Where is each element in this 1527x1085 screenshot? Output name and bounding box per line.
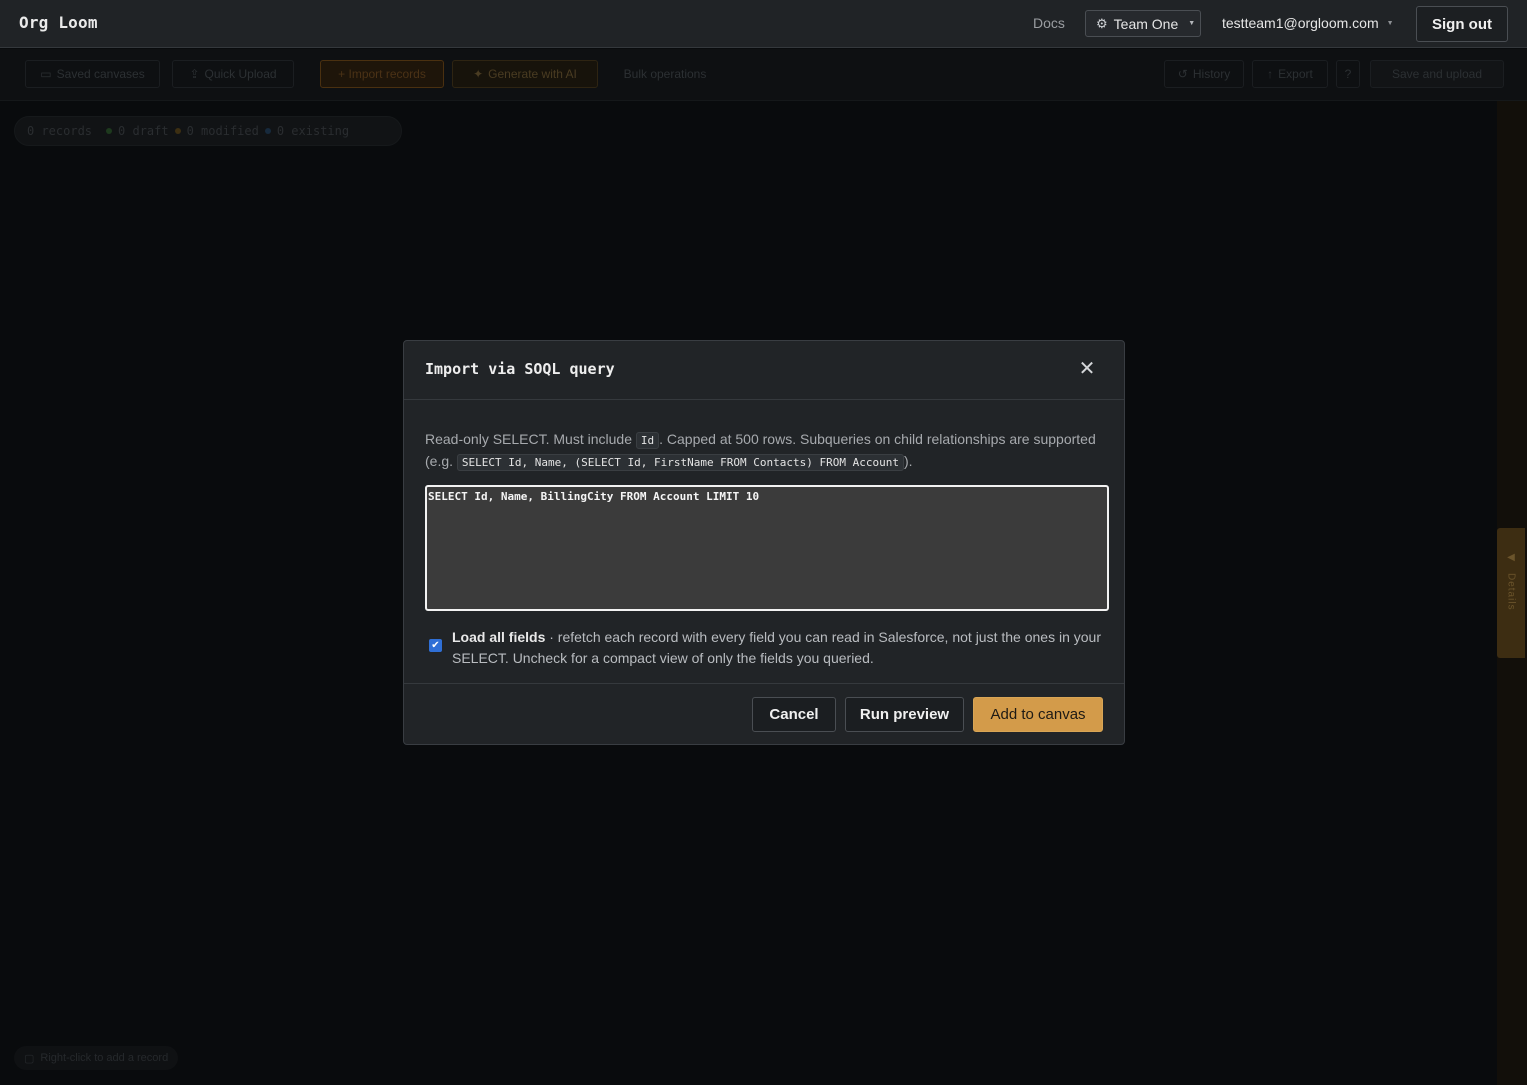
load-all-fields-checkbox[interactable]: ✔	[429, 639, 442, 652]
draft-count: 0 draft	[118, 124, 169, 138]
load-all-fields-text: Load all fields · refetch each record wi…	[452, 627, 1107, 669]
close-icon[interactable]: ✕	[1076, 358, 1098, 380]
bulk-operations-button[interactable]: Bulk operations	[608, 60, 722, 88]
add-to-canvas-button[interactable]: Add to canvas	[973, 697, 1103, 732]
history-icon: ↺	[1177, 67, 1188, 81]
record-stats: 0 records 0 draft 0 modified 0 existing	[14, 116, 402, 146]
import-records-button[interactable]: + Import records	[320, 60, 444, 88]
history-button[interactable]: ↺ History	[1164, 60, 1244, 88]
app-logo[interactable]: Org Loom	[19, 13, 98, 32]
dialog-description: Read-only SELECT. Must include Id. Cappe…	[425, 431, 1096, 471]
dialog-title: Import via SOQL query	[425, 360, 615, 378]
run-preview-button[interactable]: Run preview	[845, 697, 964, 732]
upload-icon: ⇪	[189, 67, 200, 81]
existing-dot	[264, 128, 271, 134]
generate-ai-button[interactable]: ✦ Generate with AI	[452, 60, 598, 88]
records-count: 0 records	[27, 124, 93, 138]
load-all-fields-label[interactable]: Load all fields	[452, 629, 545, 645]
quick-upload-button[interactable]: ⇪ Quick Upload	[172, 60, 294, 88]
chevron-left-icon: ◀	[1507, 552, 1515, 563]
load-all-fields-desc: · refetch each record with every field y…	[452, 629, 1101, 666]
modified-count: 0 modified	[186, 124, 259, 138]
help-button[interactable]: ?	[1336, 60, 1360, 88]
canvas-toolbar: ▭ Saved canvases ⇪ Quick Upload + Import…	[0, 49, 1527, 101]
sparkle-icon: ✦	[473, 67, 484, 81]
folder-icon: ▭	[40, 67, 52, 81]
saved-canvases-button[interactable]: ▭ Saved canvases	[25, 60, 160, 88]
gear-icon: ⚙	[1096, 15, 1108, 31]
side-panel-label: Details	[1505, 573, 1517, 611]
user-email: testteam1@orgloom.com	[1222, 15, 1379, 31]
code-snippet-example: SELECT Id, Name, (SELECT Id, FirstName F…	[456, 454, 904, 471]
team-name: Team One	[1113, 15, 1179, 32]
mouse-icon: ▢	[24, 1052, 35, 1065]
side-panel-toggle[interactable]: ◀ Details	[1497, 528, 1525, 658]
soql-import-dialog: Import via SOQL query ✕ Read-only SELECT…	[403, 340, 1125, 745]
top-bar: Org Loom Docs ⚙ Team One ▼ testteam1@org…	[0, 0, 1527, 48]
checkmark-icon: ✔	[431, 640, 440, 651]
cancel-button[interactable]: Cancel	[752, 697, 836, 732]
save-upload-button[interactable]: Save and upload	[1370, 60, 1504, 88]
draft-dot	[106, 128, 113, 134]
export-icon: ↑	[1267, 67, 1274, 81]
chevron-down-icon: ▼	[1386, 19, 1394, 27]
code-snippet-id: Id	[635, 432, 660, 449]
dialog-header: Import via SOQL query ✕	[404, 341, 1124, 400]
canvas-hint: ▢ Right-click to add a record	[14, 1046, 179, 1070]
docs-link[interactable]: Docs	[1033, 15, 1065, 31]
sign-out-button[interactable]: Sign out	[1416, 6, 1508, 42]
soql-query-input[interactable]	[425, 485, 1109, 611]
user-menu[interactable]: testteam1@orgloom.com ▼	[1222, 15, 1394, 31]
dialog-footer: Cancel Run preview Add to canvas	[404, 683, 1124, 745]
chevron-down-icon: ▼	[1188, 20, 1196, 27]
existing-count: 0 existing	[276, 124, 350, 138]
export-button[interactable]: ↑ Export	[1252, 60, 1328, 88]
modified-dot	[174, 128, 181, 134]
team-selector[interactable]: ⚙ Team One ▼	[1085, 10, 1201, 37]
